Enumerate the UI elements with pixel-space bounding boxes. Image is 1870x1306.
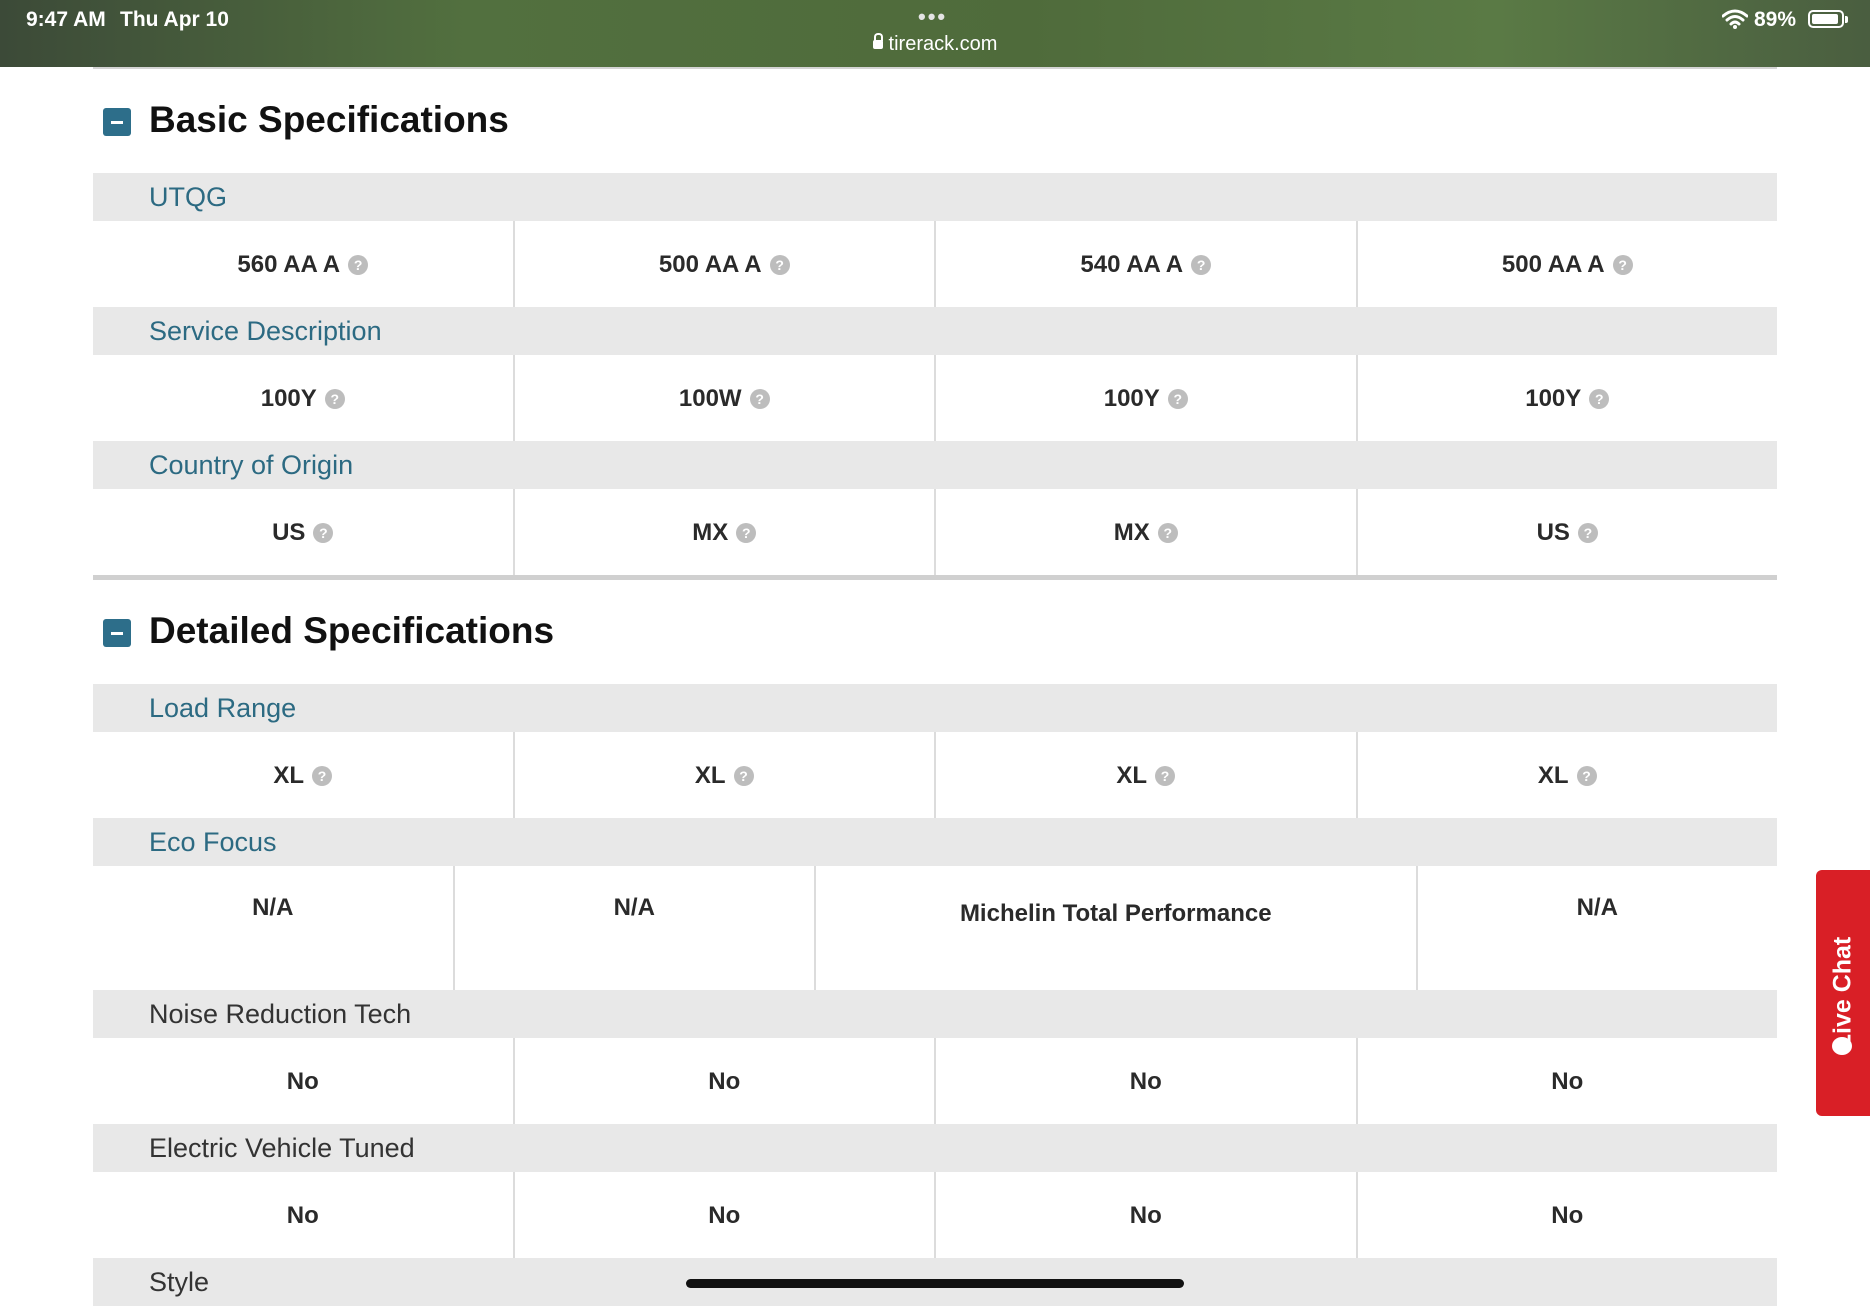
value-cell: 100Y? <box>93 355 513 441</box>
spec-comparison: Basic Specifications UTQG 560 AA A? 500 … <box>93 67 1777 1306</box>
value-cell: XL? <box>934 732 1356 818</box>
value-cell: No <box>934 1172 1356 1258</box>
cell-value: MX <box>1113 519 1150 546</box>
value-cell: XL? <box>1355 732 1778 818</box>
basic-specs-header[interactable]: Basic Specifications <box>93 69 1777 173</box>
cell-value: 500 AA A <box>1501 251 1605 278</box>
row-label-electric-vehicle-tuned: Electric Vehicle Tuned <box>93 1124 1777 1172</box>
value-cell: 100Y? <box>1355 355 1778 441</box>
help-icon[interactable]: ? <box>1589 389 1610 409</box>
value-cell: US? <box>1355 489 1778 575</box>
help-icon[interactable]: ? <box>1191 255 1212 275</box>
help-icon[interactable]: ? <box>348 255 369 275</box>
row-values-country-of-origin: US? MX? MX? US? <box>93 489 1777 575</box>
live-chat-label: Live Chat <box>1828 936 1857 1050</box>
url-text: tirerack.com <box>888 33 998 55</box>
address-bar[interactable]: tirerack.com <box>0 33 1870 56</box>
status-time: 9:47 AM <box>26 8 106 31</box>
value-cell: No <box>286 1068 319 1095</box>
value-cell: No <box>1355 1038 1778 1124</box>
row-values-electric-vehicle-tuned: No No No No <box>93 1172 1777 1258</box>
cell-value: 100Y <box>260 385 317 412</box>
value-cell: 540 AA A? <box>934 221 1356 307</box>
value-cell: N/A <box>1415 866 1778 990</box>
help-icon[interactable]: ? <box>1155 766 1176 786</box>
help-icon[interactable]: ? <box>1157 523 1178 543</box>
help-icon[interactable]: ? <box>769 255 790 275</box>
value-cell: MX? <box>512 489 935 575</box>
help-icon[interactable]: ? <box>324 389 345 409</box>
value-cell: N/A <box>252 894 294 921</box>
help-icon[interactable]: ? <box>733 766 754 786</box>
battery-icon <box>1808 10 1848 28</box>
section-title: Detailed Specifications <box>149 610 555 651</box>
detailed-specs-header[interactable]: Detailed Specifications <box>93 580 1777 684</box>
lock-icon <box>872 33 883 49</box>
chat-bubble-icon <box>1832 1037 1852 1055</box>
row-label-load-range: Load Range <box>93 684 1777 732</box>
cell-value: US <box>272 519 306 546</box>
value-cell: No <box>512 1038 935 1124</box>
browser-menu-dots[interactable]: ••• <box>918 4 947 30</box>
help-icon[interactable]: ? <box>1576 766 1597 786</box>
value-cell: No <box>934 1038 1356 1124</box>
value-cell: 500 AA A? <box>1355 221 1778 307</box>
value-cell: 100W? <box>512 355 935 441</box>
cell-value: 540 AA A <box>1080 251 1184 278</box>
cell-value: XL <box>1537 762 1569 789</box>
value-cell: XL? <box>93 732 513 818</box>
row-label-service-description: Service Description <box>93 307 1777 355</box>
row-values-utqg: 560 AA A? 500 AA A? 540 AA A? 500 AA A? <box>93 221 1777 307</box>
wifi-icon <box>1722 9 1748 29</box>
value-cell: 560 AA A? <box>93 221 513 307</box>
cell-value: 100Y <box>1103 385 1160 412</box>
help-icon[interactable]: ? <box>749 389 770 409</box>
value-cell: 100Y? <box>934 355 1356 441</box>
value-cell: Michelin Total Performance <box>814 866 1416 990</box>
row-values-load-range: XL? XL? XL? XL? <box>93 732 1777 818</box>
help-icon[interactable]: ? <box>736 523 757 543</box>
row-label-eco-focus: Eco Focus <box>93 818 1777 866</box>
row-label-country-of-origin: Country of Origin <box>93 441 1777 489</box>
status-date: Thu Apr 10 <box>120 8 229 31</box>
row-label-utqg: UTQG <box>93 173 1777 221</box>
collapse-icon[interactable] <box>103 108 131 136</box>
help-icon[interactable]: ? <box>1612 255 1633 275</box>
cell-value: MX <box>692 519 729 546</box>
help-icon[interactable]: ? <box>1167 389 1188 409</box>
value-cell: N/A <box>452 866 815 990</box>
cell-value: 560 AA A <box>237 251 341 278</box>
row-values-service-description: 100Y? 100W? 100Y? 100Y? <box>93 355 1777 441</box>
cell-value: XL <box>273 762 305 789</box>
value-cell: 500 AA A? <box>512 221 935 307</box>
cell-value: 100W <box>678 385 742 412</box>
cell-value: 100Y <box>1525 385 1582 412</box>
row-label-noise-reduction-tech: Noise Reduction Tech <box>93 990 1777 1038</box>
cell-value: XL <box>694 762 726 789</box>
live-chat-button[interactable]: Live Chat <box>1816 870 1870 1116</box>
collapse-icon[interactable] <box>103 619 131 647</box>
status-bar: 9:47 AM Thu Apr 10 ••• tirerack.com 89% <box>0 0 1870 67</box>
value-cell: No <box>1355 1172 1778 1258</box>
value-cell: MX? <box>934 489 1356 575</box>
cell-value: 500 AA A <box>658 251 762 278</box>
value-cell: No <box>512 1172 935 1258</box>
value-cell: No <box>286 1202 319 1229</box>
cell-value: XL <box>1116 762 1148 789</box>
section-title: Basic Specifications <box>149 99 509 140</box>
help-icon[interactable]: ? <box>312 766 333 786</box>
help-icon[interactable]: ? <box>1577 523 1598 543</box>
battery-percent: 89% <box>1754 8 1797 31</box>
value-cell: US? <box>93 489 513 575</box>
help-icon[interactable]: ? <box>313 523 334 543</box>
row-values-noise-reduction-tech: No No No No <box>93 1038 1777 1124</box>
cell-value: US <box>1536 519 1570 546</box>
home-indicator[interactable] <box>686 1279 1184 1288</box>
row-values-eco-focus: N/A N/A Michelin Total Performance N/A <box>93 866 1777 990</box>
value-cell: XL? <box>512 732 935 818</box>
